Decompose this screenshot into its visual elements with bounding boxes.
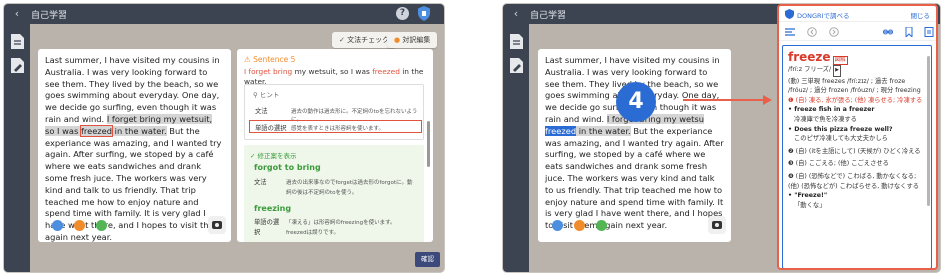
camera-icon <box>212 221 222 229</box>
pronunciation: /fríːz フリーズ/ <box>788 66 832 73</box>
back-chevron-icon[interactable]: ‹ <box>509 7 523 21</box>
sidebar <box>4 24 30 272</box>
dictionary-header: DONGRIで調べる 閉じる <box>779 6 936 22</box>
dictionary-title: DONGRIで調べる <box>797 12 850 20</box>
correction-word-2: freezing <box>254 204 292 213</box>
camera-button[interactable] <box>708 216 726 234</box>
app-title: 自己学習 <box>530 11 567 21</box>
green-marker-button[interactable] <box>596 220 607 231</box>
confirm-button[interactable]: 確認 <box>415 252 440 267</box>
close-dictionary-button[interactable]: 閉じる <box>911 10 931 20</box>
example-2: • Does this pizza freeze well? <box>788 125 893 133</box>
document-icon[interactable] <box>510 34 523 49</box>
sense-2: ❷ (自) (itを主語にして) (天候が) ひどく冷える <box>788 147 921 155</box>
back-chevron-icon[interactable]: ‹ <box>10 7 24 21</box>
camera-button[interactable] <box>208 216 226 234</box>
app-header: ‹ 自己学習 ? <box>4 4 444 24</box>
compare-edit-button[interactable]: ● 対訳編集 <box>387 32 438 48</box>
dongri-logo-icon <box>785 9 794 19</box>
example-3: • "Freeze!" <box>788 192 828 200</box>
audio-icon[interactable]: ▶ <box>833 65 841 77</box>
correction-1-text: 過去の出来事なのでforgetは過去形のforgotに。動詞の後は不定詞のtoを… <box>286 180 413 196</box>
orange-marker-button[interactable] <box>74 220 85 231</box>
green-marker-button[interactable] <box>96 220 107 231</box>
grammar-label: 文法 <box>255 108 268 115</box>
dictionary-scrollbar[interactable] <box>927 56 930 206</box>
hint-label: ⚲ ヒント <box>253 91 280 99</box>
essay-card: Last summer, I have visited my cousins i… <box>538 49 731 242</box>
sidebar <box>503 24 529 272</box>
left-app-window: ‹ 自己学習 ? ✓ 文法チェック ● 対訳編集 Last summer, I … <box>4 4 444 272</box>
step-number-callout: 4 <box>616 82 656 122</box>
correction-word-1: forgot to bring <box>254 163 321 172</box>
back-circle-icon[interactable] <box>807 27 817 37</box>
note-icon[interactable] <box>924 27 934 37</box>
callout-arrow-line <box>683 99 765 101</box>
camera-icon <box>712 221 722 229</box>
dictionary-entry: freeze 図解 /fríːz フリーズ/ ▶ (動) 三単現 freezes… <box>782 45 932 268</box>
show-correction-toggle[interactable]: ✓ 修正案を表示 <box>250 150 297 160</box>
orange-marker-button[interactable] <box>574 220 585 231</box>
example-1: • freeze fish in a freezer <box>788 106 875 114</box>
edit-document-icon[interactable] <box>510 58 523 73</box>
document-icon[interactable] <box>11 34 24 49</box>
correction-1-label: 文法 <box>254 179 267 186</box>
example-1-translation: 冷凍庫で魚を冷凍する <box>794 115 857 123</box>
sentence-number: ⚠ Sentence 5 <box>244 55 296 64</box>
word-choice-label: 単語の選択 <box>255 125 287 132</box>
correction-2-label: 単語の選 <box>254 219 280 226</box>
correction-2-label-cont: 択 <box>254 229 261 236</box>
shield-icon[interactable] <box>418 6 430 21</box>
app-title: 自己学習 <box>31 11 68 21</box>
headword: freeze <box>788 50 831 64</box>
word-choice-hint: 感覚を表すときは形容詞を使います。 <box>291 126 384 132</box>
example-3-translation: 「動くな」 <box>794 201 826 209</box>
bookmark-icon[interactable] <box>904 27 914 37</box>
dictionary-panel: DONGRIで調べる 閉じる freeze 図解 /fríːz フリーズ/ ▶ … <box>777 4 938 270</box>
list-icon[interactable] <box>785 27 795 37</box>
dictionary-toolbar <box>779 23 936 41</box>
link-icon[interactable] <box>883 27 893 37</box>
blue-marker-button[interactable] <box>552 220 563 231</box>
grammar-feedback-card: ⚠ Sentence 5 I forget bring my wetsuit, … <box>237 49 433 242</box>
correction-box: ✓ 修正案を表示 forgot to bring 文法 過去の出来事なのでfor… <box>244 145 424 242</box>
error-word[interactable]: freezed <box>79 124 114 137</box>
callout-arrow-head-icon <box>763 95 772 105</box>
illustration-badge[interactable]: 図解 <box>832 56 848 65</box>
inflections: (動) 三単現 freezes /fríːzɪz/ ; 過去 froze /fr… <box>788 77 921 95</box>
example-2-translation: このピザ冷凍しても大丈夫かしら <box>794 135 888 143</box>
essay-card: Last summer, I have visited my cousins i… <box>38 49 231 242</box>
correction-2-text-cont: freezedは誤りです。 <box>286 230 340 236</box>
help-icon[interactable]: ? <box>396 7 409 20</box>
hint-box: ⚲ ヒント 文法 過去の動作は過去形に。不定詞のtoを忘れないように。 単語の選… <box>244 84 424 140</box>
correction-2-text: 「凍える」は形容詞のfreezingを使います。 <box>286 220 396 226</box>
sense-4: ❹ (自) (恐怖などで) こわばる, 動かなくなる; (他) (恐怖などが) … <box>788 172 920 190</box>
feedback-scrollbar[interactable] <box>427 121 430 167</box>
edit-document-icon[interactable] <box>11 58 24 73</box>
sense-1: ❶ (自) 凍る, 氷が張る; (他) 凍らせる; 冷凍する <box>788 96 923 104</box>
forward-circle-icon[interactable] <box>829 27 839 37</box>
blue-marker-button[interactable] <box>52 220 63 231</box>
selected-word[interactable]: freezed <box>545 125 577 136</box>
dictionary-entry-body: freeze 図解 /fríːz フリーズ/ ▶ (動) 三単現 freezes… <box>788 50 926 210</box>
essay-text[interactable]: Last summer, I have visited my cousins i… <box>45 55 224 244</box>
sense-3: ❸ (自) こごえる; (他) こごえさせる <box>788 160 889 168</box>
